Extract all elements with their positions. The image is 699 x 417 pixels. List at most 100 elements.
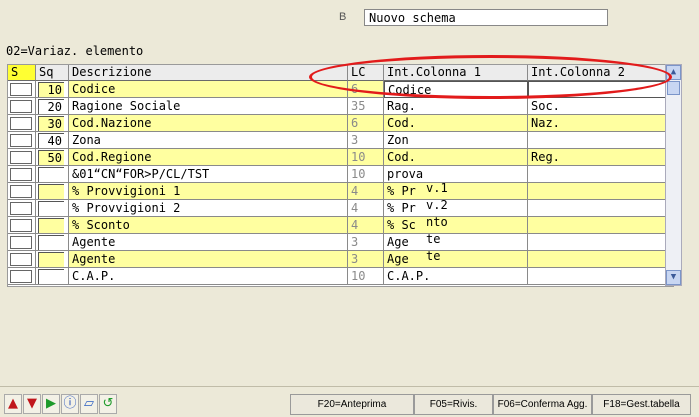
- f06-confirm-button[interactable]: F06=Conferma Agg.: [493, 394, 592, 415]
- row-select-cell[interactable]: [8, 98, 36, 115]
- sequence-field[interactable]: [38, 252, 64, 267]
- column1-cell[interactable]: prova: [384, 166, 528, 183]
- row-select-box[interactable]: [10, 134, 32, 147]
- description-cell[interactable]: Cod.Nazione: [69, 115, 348, 132]
- arrow-down-icon[interactable]: ▼: [23, 394, 41, 414]
- description-cell[interactable]: % Sconto: [69, 217, 348, 234]
- row-select-cell[interactable]: [8, 200, 36, 217]
- table-row[interactable]: Agente 3 Age te: [8, 234, 673, 251]
- lc-cell[interactable]: 10: [348, 268, 384, 285]
- row-select-box[interactable]: [10, 185, 32, 198]
- sq-cell[interactable]: 20: [36, 98, 69, 115]
- row-select-cell[interactable]: [8, 251, 36, 268]
- row-select-box[interactable]: [10, 100, 32, 113]
- sequence-field[interactable]: 20: [38, 99, 64, 114]
- table-row[interactable]: C.A.P. 10 C.A.P.: [8, 268, 673, 285]
- column1-cell[interactable]: Age te: [384, 251, 528, 268]
- eraser-icon[interactable]: ▱: [80, 394, 98, 414]
- column2-cell[interactable]: Soc.: [528, 98, 673, 115]
- column1-cell[interactable]: Age te: [384, 234, 528, 251]
- table-row[interactable]: 50 Cod.Regione 10 Cod. Reg.: [8, 149, 673, 166]
- lc-cell[interactable]: 4: [348, 183, 384, 200]
- table-row[interactable]: Agente 3 Age te: [8, 251, 673, 268]
- lc-cell[interactable]: 35: [348, 98, 384, 115]
- sequence-field[interactable]: [38, 269, 64, 284]
- sq-cell[interactable]: [36, 200, 69, 217]
- column2-cell[interactable]: [528, 268, 673, 285]
- description-cell[interactable]: C.A.P.: [69, 268, 348, 285]
- column1-cell[interactable]: Zon: [384, 132, 528, 149]
- column2-cell[interactable]: Reg.: [528, 149, 673, 166]
- sq-cell[interactable]: [36, 268, 69, 285]
- column1-cell[interactable]: % Pr v.1: [384, 183, 528, 200]
- table-row[interactable]: % Provvigioni 1 4% Pr v.1: [8, 183, 673, 200]
- row-select-cell[interactable]: [8, 166, 36, 183]
- lc-cell[interactable]: 10: [348, 166, 384, 183]
- column2-cell[interactable]: [528, 183, 673, 200]
- row-select-box[interactable]: [10, 253, 32, 266]
- column1-cell[interactable]: Cod.: [384, 115, 528, 132]
- table-row[interactable]: &01“CN“FOR>P/CL/TST 10 prova: [8, 166, 673, 183]
- column2-cell[interactable]: [528, 132, 673, 149]
- row-select-box[interactable]: [10, 219, 32, 232]
- play-icon[interactable]: ▶: [42, 394, 60, 414]
- refresh-icon[interactable]: ↺: [99, 394, 117, 414]
- lc-cell[interactable]: 4: [348, 217, 384, 234]
- sequence-field[interactable]: [38, 218, 64, 233]
- row-select-box[interactable]: [10, 168, 32, 181]
- table-row[interactable]: 20 Ragione Sociale 35 Rag. Soc.: [8, 98, 673, 115]
- lc-cell[interactable]: 10: [348, 149, 384, 166]
- description-cell[interactable]: Zona: [69, 132, 348, 149]
- sequence-field[interactable]: [38, 184, 64, 199]
- row-select-box[interactable]: [10, 151, 32, 164]
- table-row[interactable]: % Provvigioni 2 4% Pr v.2: [8, 200, 673, 217]
- row-select-cell[interactable]: [8, 115, 36, 132]
- column2-cell[interactable]: [528, 200, 673, 217]
- row-select-box[interactable]: [10, 270, 32, 283]
- sequence-field[interactable]: 40: [38, 133, 64, 148]
- description-cell[interactable]: Cod.Regione: [69, 149, 348, 166]
- sq-cell[interactable]: [36, 183, 69, 200]
- table-row[interactable]: 40 Zona 3 Zon: [8, 132, 673, 149]
- column2-cell[interactable]: [528, 234, 673, 251]
- sequence-field[interactable]: 10: [38, 82, 64, 97]
- description-cell[interactable]: Ragione Sociale: [69, 98, 348, 115]
- description-cell[interactable]: &01“CN“FOR>P/CL/TST: [69, 166, 348, 183]
- sq-cell[interactable]: [36, 217, 69, 234]
- description-cell[interactable]: % Provvigioni 1: [69, 183, 348, 200]
- row-select-cell[interactable]: [8, 183, 36, 200]
- lc-cell[interactable]: 3: [348, 132, 384, 149]
- row-select-cell[interactable]: [8, 217, 36, 234]
- row-select-cell[interactable]: [8, 149, 36, 166]
- scroll-down-button[interactable]: ▼: [666, 270, 681, 285]
- sequence-field[interactable]: [38, 201, 64, 216]
- column1-cell[interactable]: Cod.: [384, 149, 528, 166]
- sq-cell[interactable]: 30: [36, 115, 69, 132]
- sequence-field[interactable]: [38, 235, 64, 250]
- lc-cell[interactable]: 6: [348, 115, 384, 132]
- sequence-field[interactable]: [38, 167, 64, 182]
- column1-cell[interactable]: C.A.P.: [384, 268, 528, 285]
- column1-cell[interactable]: % Pr v.2: [384, 200, 528, 217]
- f18-table-button[interactable]: F18=Gest.tabella: [592, 394, 691, 415]
- sequence-field[interactable]: 30: [38, 116, 64, 131]
- arrow-up-icon[interactable]: ▲: [4, 394, 22, 414]
- f20-preview-button[interactable]: F20=Anteprima: [290, 394, 414, 415]
- description-cell[interactable]: Agente: [69, 234, 348, 251]
- row-select-cell[interactable]: [8, 132, 36, 149]
- row-select-box[interactable]: [10, 83, 32, 96]
- lc-cell[interactable]: 3: [348, 234, 384, 251]
- table-row[interactable]: % Sconto 4% Sc nto: [8, 217, 673, 234]
- column1-cell[interactable]: Rag.: [384, 98, 528, 115]
- lc-cell[interactable]: 4: [348, 200, 384, 217]
- row-select-cell[interactable]: [8, 268, 36, 285]
- scroll-thumb[interactable]: [667, 81, 680, 95]
- row-select-box[interactable]: [10, 236, 32, 249]
- sq-cell[interactable]: [36, 234, 69, 251]
- f05-review-button[interactable]: F05=Rivis.: [414, 394, 493, 415]
- sq-cell[interactable]: 10: [36, 81, 69, 98]
- description-cell[interactable]: % Provvigioni 2: [69, 200, 348, 217]
- vertical-scrollbar[interactable]: ▲ ▼: [665, 64, 682, 286]
- row-select-box[interactable]: [10, 117, 32, 130]
- column2-cell[interactable]: Naz.: [528, 115, 673, 132]
